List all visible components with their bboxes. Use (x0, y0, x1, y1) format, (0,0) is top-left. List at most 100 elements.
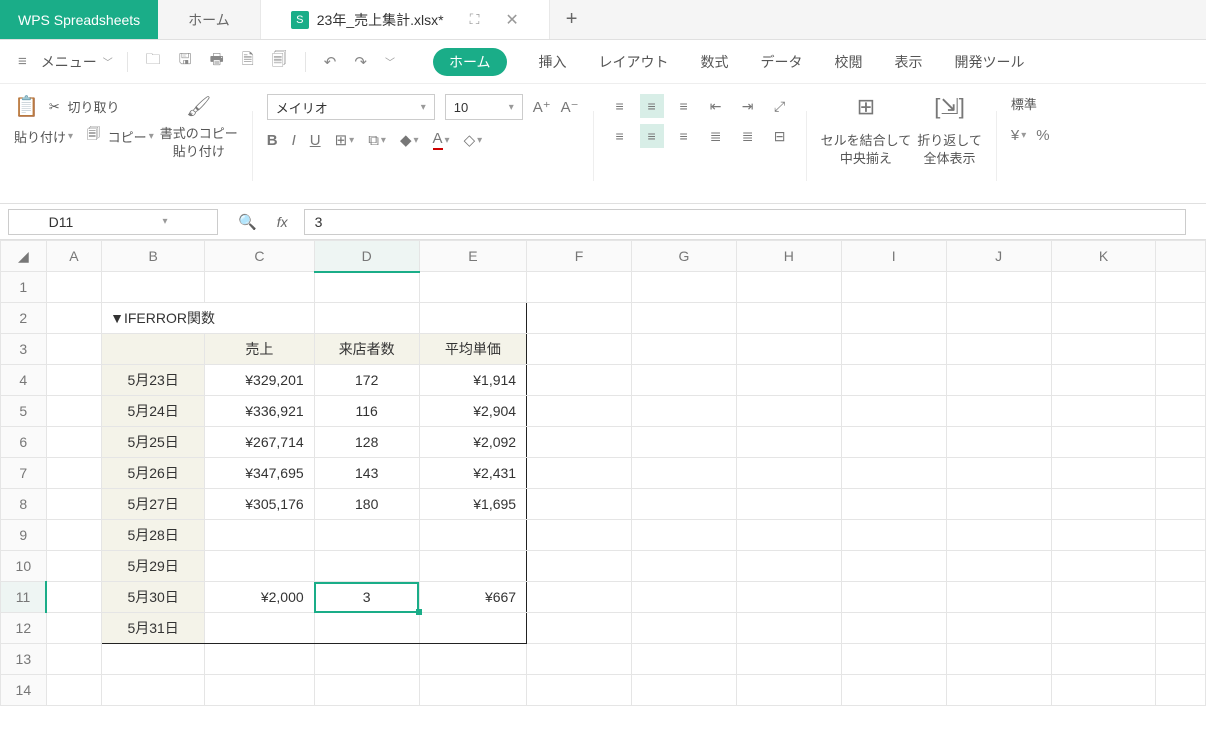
indent-decrease-button[interactable]: ⇤ (704, 94, 728, 118)
cell[interactable]: ¥329,201 (205, 365, 315, 396)
zoom-icon[interactable]: 🔍 (234, 213, 261, 231)
row-header[interactable]: 2 (1, 303, 47, 334)
merge-across-button[interactable]: ⊟ (768, 124, 792, 148)
cell[interactable] (419, 613, 526, 644)
row-header[interactable]: 12 (1, 613, 47, 644)
align-middle-button[interactable]: ≡ (640, 94, 664, 118)
ribbon-tab-insert[interactable]: 挿入 (539, 48, 567, 76)
cell[interactable]: 5月31日 (102, 613, 205, 644)
orientation-button[interactable]: ⤢ (768, 94, 792, 118)
formula-bar[interactable]: 3 (304, 209, 1186, 235)
cell[interactable] (419, 551, 526, 582)
align-left-button[interactable]: ≡ (608, 124, 632, 148)
spreadsheet-grid[interactable]: ◢ A B C D E F G H I J K 1 2 ▼IFERROR関数 3… (0, 240, 1206, 706)
cell[interactable]: ¥1,695 (419, 489, 526, 520)
projector-icon[interactable]: ⛶ (470, 11, 480, 28)
cell[interactable]: 5月25日 (102, 427, 205, 458)
save-icon[interactable]: 🖫 (175, 49, 196, 74)
select-all-cell[interactable]: ◢ (1, 241, 47, 272)
percent-button[interactable]: % (1036, 127, 1049, 144)
col-header[interactable]: E (419, 241, 526, 272)
cell[interactable]: 5月27日 (102, 489, 205, 520)
col-header[interactable]: K (1051, 241, 1156, 272)
export-icon[interactable]: 🗐 (268, 49, 291, 74)
align-right-button[interactable]: ≡ (672, 124, 696, 148)
col-header[interactable]: F (527, 241, 632, 272)
row-header[interactable]: 11 (1, 582, 47, 613)
ribbon-tab-formula[interactable]: 数式 (701, 48, 729, 76)
ribbon-tab-layout[interactable]: レイアウト (599, 48, 669, 76)
row-header[interactable]: 4 (1, 365, 47, 396)
merge-center-button[interactable]: ⊞ セルを結合して 中央揃え (821, 94, 912, 168)
cell[interactable]: 180 (314, 489, 419, 520)
ribbon-tab-developer[interactable]: 開発ツール (955, 48, 1025, 76)
align-center-button[interactable]: ≡ (640, 124, 664, 148)
cell[interactable]: ¥267,714 (205, 427, 315, 458)
row-header[interactable]: 14 (1, 675, 47, 706)
cell[interactable]: 5月28日 (102, 520, 205, 551)
cell-header[interactable]: 売上 (205, 334, 315, 365)
tab-document[interactable]: S 23年_売上集計.xlsx* ⛶ ✕ (261, 0, 550, 39)
cell-header[interactable]: 来店者数 (314, 334, 419, 365)
col-header[interactable]: J (946, 241, 1051, 272)
indent-increase-button[interactable]: ⇥ (736, 94, 760, 118)
row-header[interactable]: 10 (1, 551, 47, 582)
col-header[interactable]: C (205, 241, 315, 272)
cell[interactable]: 172 (314, 365, 419, 396)
chevron-down-icon[interactable]: ﹀ (381, 54, 399, 69)
fx-icon[interactable]: fx (277, 214, 288, 230)
add-tab-button[interactable]: + (550, 0, 594, 39)
currency-button[interactable]: ¥▾ (1011, 127, 1026, 144)
font-color-button[interactable]: A▾ (433, 130, 450, 150)
redo-icon[interactable]: ↷ (350, 53, 371, 71)
align-bottom-button[interactable]: ≡ (672, 94, 696, 118)
close-icon[interactable]: ✕ (505, 10, 518, 30)
cell-style-button[interactable]: ⧉▾ (368, 132, 386, 149)
cell[interactable]: ¥2,000 (205, 582, 315, 613)
cell[interactable] (314, 613, 419, 644)
sheet-area[interactable]: ◢ A B C D E F G H I J K 1 2 ▼IFERROR関数 3… (0, 240, 1206, 706)
print-preview-icon[interactable]: 🗎 (238, 49, 258, 74)
ribbon-tab-home[interactable]: ホーム (433, 48, 507, 76)
border-button[interactable]: ⊞▾ (335, 131, 355, 149)
col-header[interactable]: I (841, 241, 946, 272)
open-icon[interactable]: 🗀 (142, 49, 165, 74)
col-header[interactable]: A (46, 241, 101, 272)
cell[interactable]: ¥1,914 (419, 365, 526, 396)
cell[interactable] (314, 520, 419, 551)
cell-header[interactable]: 平均単価 (419, 334, 526, 365)
row-header[interactable]: 13 (1, 644, 47, 675)
align-top-button[interactable]: ≡ (608, 94, 632, 118)
paste-button[interactable]: 📋 (14, 94, 39, 119)
number-format-select[interactable]: 標準 (1011, 94, 1050, 113)
clear-format-button[interactable]: ◇▾ (464, 131, 483, 149)
ribbon-tab-view[interactable]: 表示 (895, 48, 923, 76)
tab-home[interactable]: ホーム (158, 0, 261, 39)
cell[interactable]: 5月23日 (102, 365, 205, 396)
cell[interactable]: 5月29日 (102, 551, 205, 582)
col-header[interactable]: D (314, 241, 419, 272)
paste-label-button[interactable]: 貼り付け▾ (14, 127, 73, 146)
cell[interactable]: ¥2,092 (419, 427, 526, 458)
format-painter-button[interactable]: 🖌 書式のコピー 貼り付け (160, 94, 238, 161)
bold-button[interactable]: B (267, 132, 278, 149)
hamburger-icon[interactable]: ≡ (14, 53, 31, 70)
cell[interactable]: ¥667 (419, 582, 526, 613)
cell-title[interactable]: ▼IFERROR関数 (102, 303, 315, 334)
print-icon[interactable]: 🖶 (206, 49, 228, 74)
font-size-select[interactable]: 10▾ (445, 94, 523, 120)
cell[interactable]: 5月26日 (102, 458, 205, 489)
ribbon-tab-review[interactable]: 校閲 (835, 48, 863, 76)
cell[interactable]: ¥2,904 (419, 396, 526, 427)
cell[interactable]: ¥305,176 (205, 489, 315, 520)
increase-font-button[interactable]: A⁺ (533, 98, 551, 116)
col-header[interactable]: G (631, 241, 736, 272)
fill-color-button[interactable]: ◆▾ (400, 131, 419, 149)
name-box[interactable]: D11 ▾ (8, 209, 218, 235)
italic-button[interactable]: I (292, 132, 296, 149)
cell[interactable] (419, 520, 526, 551)
justify-button[interactable]: ≣ (704, 124, 728, 148)
cell[interactable]: 143 (314, 458, 419, 489)
cell[interactable] (314, 551, 419, 582)
cell[interactable]: 5月24日 (102, 396, 205, 427)
